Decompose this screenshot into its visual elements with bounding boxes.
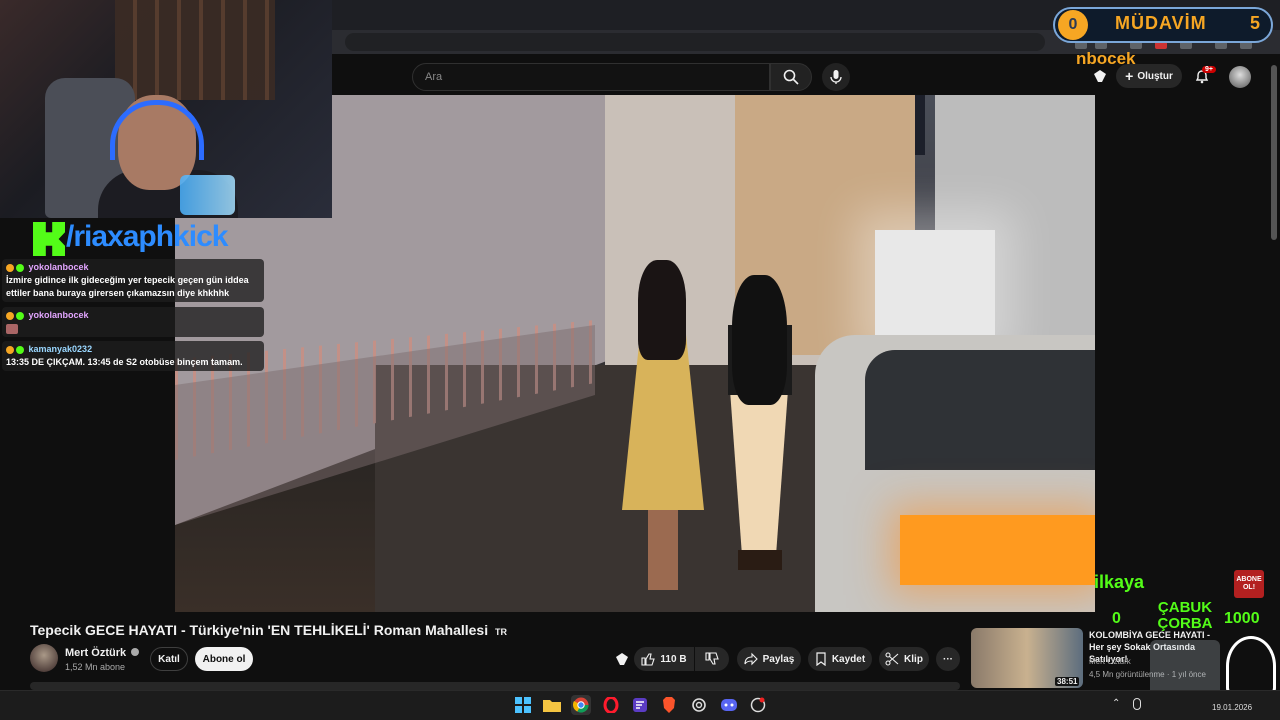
webcam-overlay [0,0,332,218]
join-button[interactable]: Katıl [150,647,188,671]
recommended-channel[interactable]: Mert Öztürk [1089,657,1131,666]
emote-icon [6,323,18,334]
verified-icon [131,648,140,656]
webcam-rgb-light [180,175,235,215]
like-count: 110 B [660,653,687,665]
taskbar-date[interactable]: 19.01.2026 [1212,703,1252,712]
badge-icon [16,263,24,272]
chat-username: yokolanbocek [28,262,89,272]
account-avatar[interactable] [1229,66,1251,88]
discord-icon[interactable] [719,695,739,715]
abone-ol-badge: ABONE OL! [1234,570,1264,598]
description-box[interactable] [30,682,960,690]
save-button[interactable]: Kaydet [808,647,872,671]
video-frame-person [620,260,705,590]
chat-text: 13:35 DE ÇIKÇAM. 13:45 de S2 otobüse bin… [6,357,243,367]
latest-follower-name: nbocek [1076,49,1136,68]
mudavim-label: MÜDAVİM [1115,13,1207,33]
chrome-icon[interactable] [571,695,591,715]
share-label: Paylaş [762,653,795,665]
share-icon [744,652,758,666]
flag-icon: TR [494,627,507,637]
plus-icon: + [1125,68,1134,84]
webcam-shelf [115,0,275,100]
chat-message: yokolanbocek İzmire gidince ilk gideceği… [2,259,264,302]
bookmark-icon [816,652,826,666]
scissors-icon [885,652,899,666]
chat-message: yokolanbocek [2,307,264,337]
video-frame-car-window [865,350,1095,470]
video-title-text: Tepecik GECE HAYATI - Türkiye'nin 'EN TE… [30,622,489,638]
video-frame-person [720,275,800,575]
video-frame-car-light [900,515,1095,585]
channel-avatar[interactable] [30,644,58,672]
like-button[interactable]: 110 B [634,647,694,671]
thumbs-down-icon [705,652,719,665]
latest-sub-name: ilkaya [1094,572,1145,592]
notification-badge: 9+ [1202,66,1216,73]
share-button[interactable]: Paylaş [737,647,801,671]
app-icon[interactable] [630,695,650,715]
video-frame-lit-building [875,230,995,340]
browser-address-bar[interactable] [345,33,1045,51]
badge-icon [6,345,14,354]
badge-icon [16,311,24,320]
subscribe-button[interactable]: Abone ol [195,647,253,671]
badge-icon [6,311,14,320]
kick-logo-icon [33,222,65,256]
kick-handle: /riaxaphkick [66,220,228,253]
chat-message: kamanyak0232 13:35 DE ÇIKÇAM. 13:45 de S… [2,341,264,371]
search-input[interactable]: Ara [412,63,770,91]
video-title: Tepecik GECE HAYATI - Türkiye'nin 'EN TE… [30,622,507,638]
chat-username: kamanyak0232 [28,344,93,354]
chevron-up-icon[interactable]: ⌃ [1112,698,1120,709]
thumbs-up-icon [641,653,656,666]
create-label: Oluştur [1137,70,1173,82]
mudavim-count: 5 [1250,13,1261,33]
opera-icon[interactable] [601,695,621,715]
badge-icon [6,263,14,272]
clip-label: Klip [904,653,923,665]
voice-search-button[interactable] [822,63,850,91]
windows-start-icon[interactable] [513,695,533,715]
chat-username: yokolanbocek [28,310,89,320]
chatgpt-icon[interactable] [689,695,709,715]
chat-text: İzmire gidince ilk gideceğim yer tepecik… [6,275,249,298]
mascot-icon [1226,636,1276,696]
save-label: Kaydet [831,653,866,665]
badge-icon [16,345,24,354]
goal-target: 1000 [1224,610,1260,627]
search-button[interactable] [770,63,812,91]
recommended-duration: 38:51 [1055,677,1080,686]
search-icon [783,69,799,85]
mudavim-level: 0 [1058,10,1088,40]
clip-button[interactable]: Klip [879,647,929,671]
extension-icon[interactable] [614,651,630,667]
goal-label: ÇABUK ÇORBA [1157,599,1213,632]
goal-current: 0 [1112,610,1121,627]
microphone-icon[interactable] [1133,698,1141,710]
scrollbar[interactable] [1271,65,1277,240]
more-icon: ··· [943,653,953,665]
more-actions-button[interactable]: ··· [936,647,960,671]
channel-subscriber-count: 1,52 Mn abone [65,662,126,672]
channel-name[interactable]: Mert Öztürk [65,647,140,659]
extension-icon[interactable] [1092,68,1108,84]
channel-name-text: Mert Öztürk [65,647,127,659]
dislike-button[interactable] [695,647,729,671]
microphone-icon [830,70,842,84]
app-icon[interactable] [748,695,768,715]
brave-icon[interactable] [659,695,679,715]
file-explorer-icon[interactable] [542,695,562,715]
